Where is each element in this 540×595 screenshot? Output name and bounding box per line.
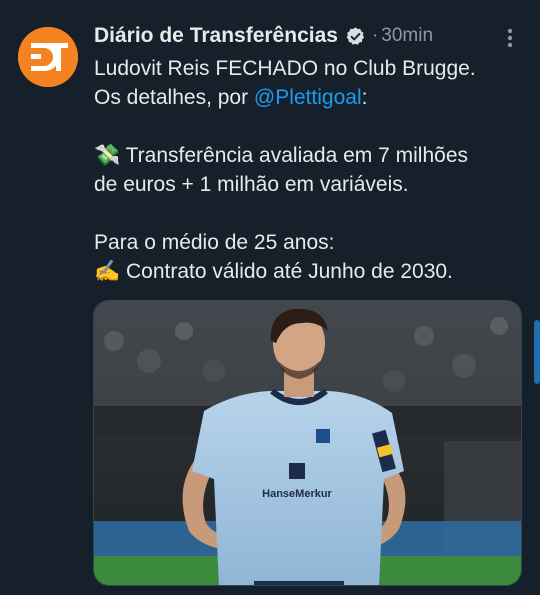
scrollbar[interactable] — [534, 320, 540, 384]
tweet-line-1: Ludovit Reis FECHADO no Club Brugge. — [94, 57, 476, 80]
mention-link[interactable]: @Plettigoal — [254, 86, 362, 109]
money-emoji-icon: 💸 — [94, 143, 121, 167]
player-photo: HanseMerkur — [94, 301, 521, 585]
tweet-line-6: ✍️ Contrato válido até Junho de 2030. — [94, 257, 524, 286]
tweet-line-5: Para o médio de 25 anos: — [94, 231, 335, 254]
tweet-line-2-prefix: Os detalhes, por — [94, 86, 254, 109]
more-options-button[interactable] — [498, 26, 522, 50]
tweet-header: Diário de Transferências · 30min — [94, 22, 433, 50]
tweet-line-2-suffix: : — [361, 86, 368, 109]
tweet-timestamp[interactable]: 30min — [381, 25, 433, 47]
tweet-line-6-text: Contrato válido até Junho de 2030. — [120, 260, 453, 283]
author-avatar[interactable] — [18, 27, 78, 87]
tweet-line-4: de euros + 1 milhão em variáveis. — [94, 173, 409, 196]
tweet-line-3: 💸 Transferência avaliada em 7 milhões — [94, 141, 524, 170]
tweet-line-2: Os detalhes, por @Plettigoal: — [94, 83, 524, 112]
tweet-media-photo[interactable]: HanseMerkur — [93, 300, 522, 586]
header-separator: · — [371, 25, 379, 46]
writing-hand-emoji-icon: ✍️ — [94, 259, 121, 283]
tweet-line-3-text: Transferência avaliada em 7 milhões — [120, 144, 468, 167]
tweet-text: Ludovit Reis FECHADO no Club Brugge. Os … — [94, 54, 524, 286]
more-options-icon — [507, 28, 513, 48]
author-name[interactable]: Diário de Transferências — [94, 24, 338, 48]
dt-logo-icon — [18, 27, 78, 87]
jersey-sponsor: HanseMerkur — [262, 488, 332, 500]
tweet[interactable]: Diário de Transferências · 30min Ludovit… — [0, 0, 540, 595]
verified-badge-icon — [346, 26, 365, 45]
